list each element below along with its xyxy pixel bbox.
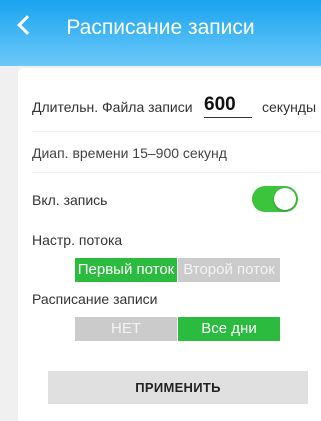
schedule-none-option[interactable]: НЕТ (75, 317, 177, 341)
schedule-all-days-option[interactable]: Все дни (178, 317, 280, 341)
app-header: Расписание записи (0, 0, 321, 66)
divider (32, 131, 321, 132)
file-duration-underline (204, 117, 252, 118)
time-range-hint: Диап. времени 15–900 секунд (32, 145, 227, 161)
file-duration-label: Длительн. Файла записи (32, 99, 193, 115)
divider (32, 172, 321, 173)
recording-toggle[interactable] (252, 186, 298, 212)
file-duration-value[interactable]: 600 (204, 94, 236, 116)
stream-settings-label: Настр. потока (32, 232, 123, 248)
page-title: Расписание записи (66, 16, 255, 39)
file-duration-unit: секунды (262, 99, 317, 115)
recording-toggle-label: Вкл. запись (32, 192, 108, 208)
toggle-knob (274, 188, 296, 210)
apply-button[interactable]: ПРИМЕНИТЬ (48, 371, 308, 404)
first-stream-option[interactable]: Первый поток (75, 258, 177, 282)
record-schedule-label: Расписание записи (32, 291, 158, 307)
second-stream-option[interactable]: Второй поток (178, 258, 280, 282)
